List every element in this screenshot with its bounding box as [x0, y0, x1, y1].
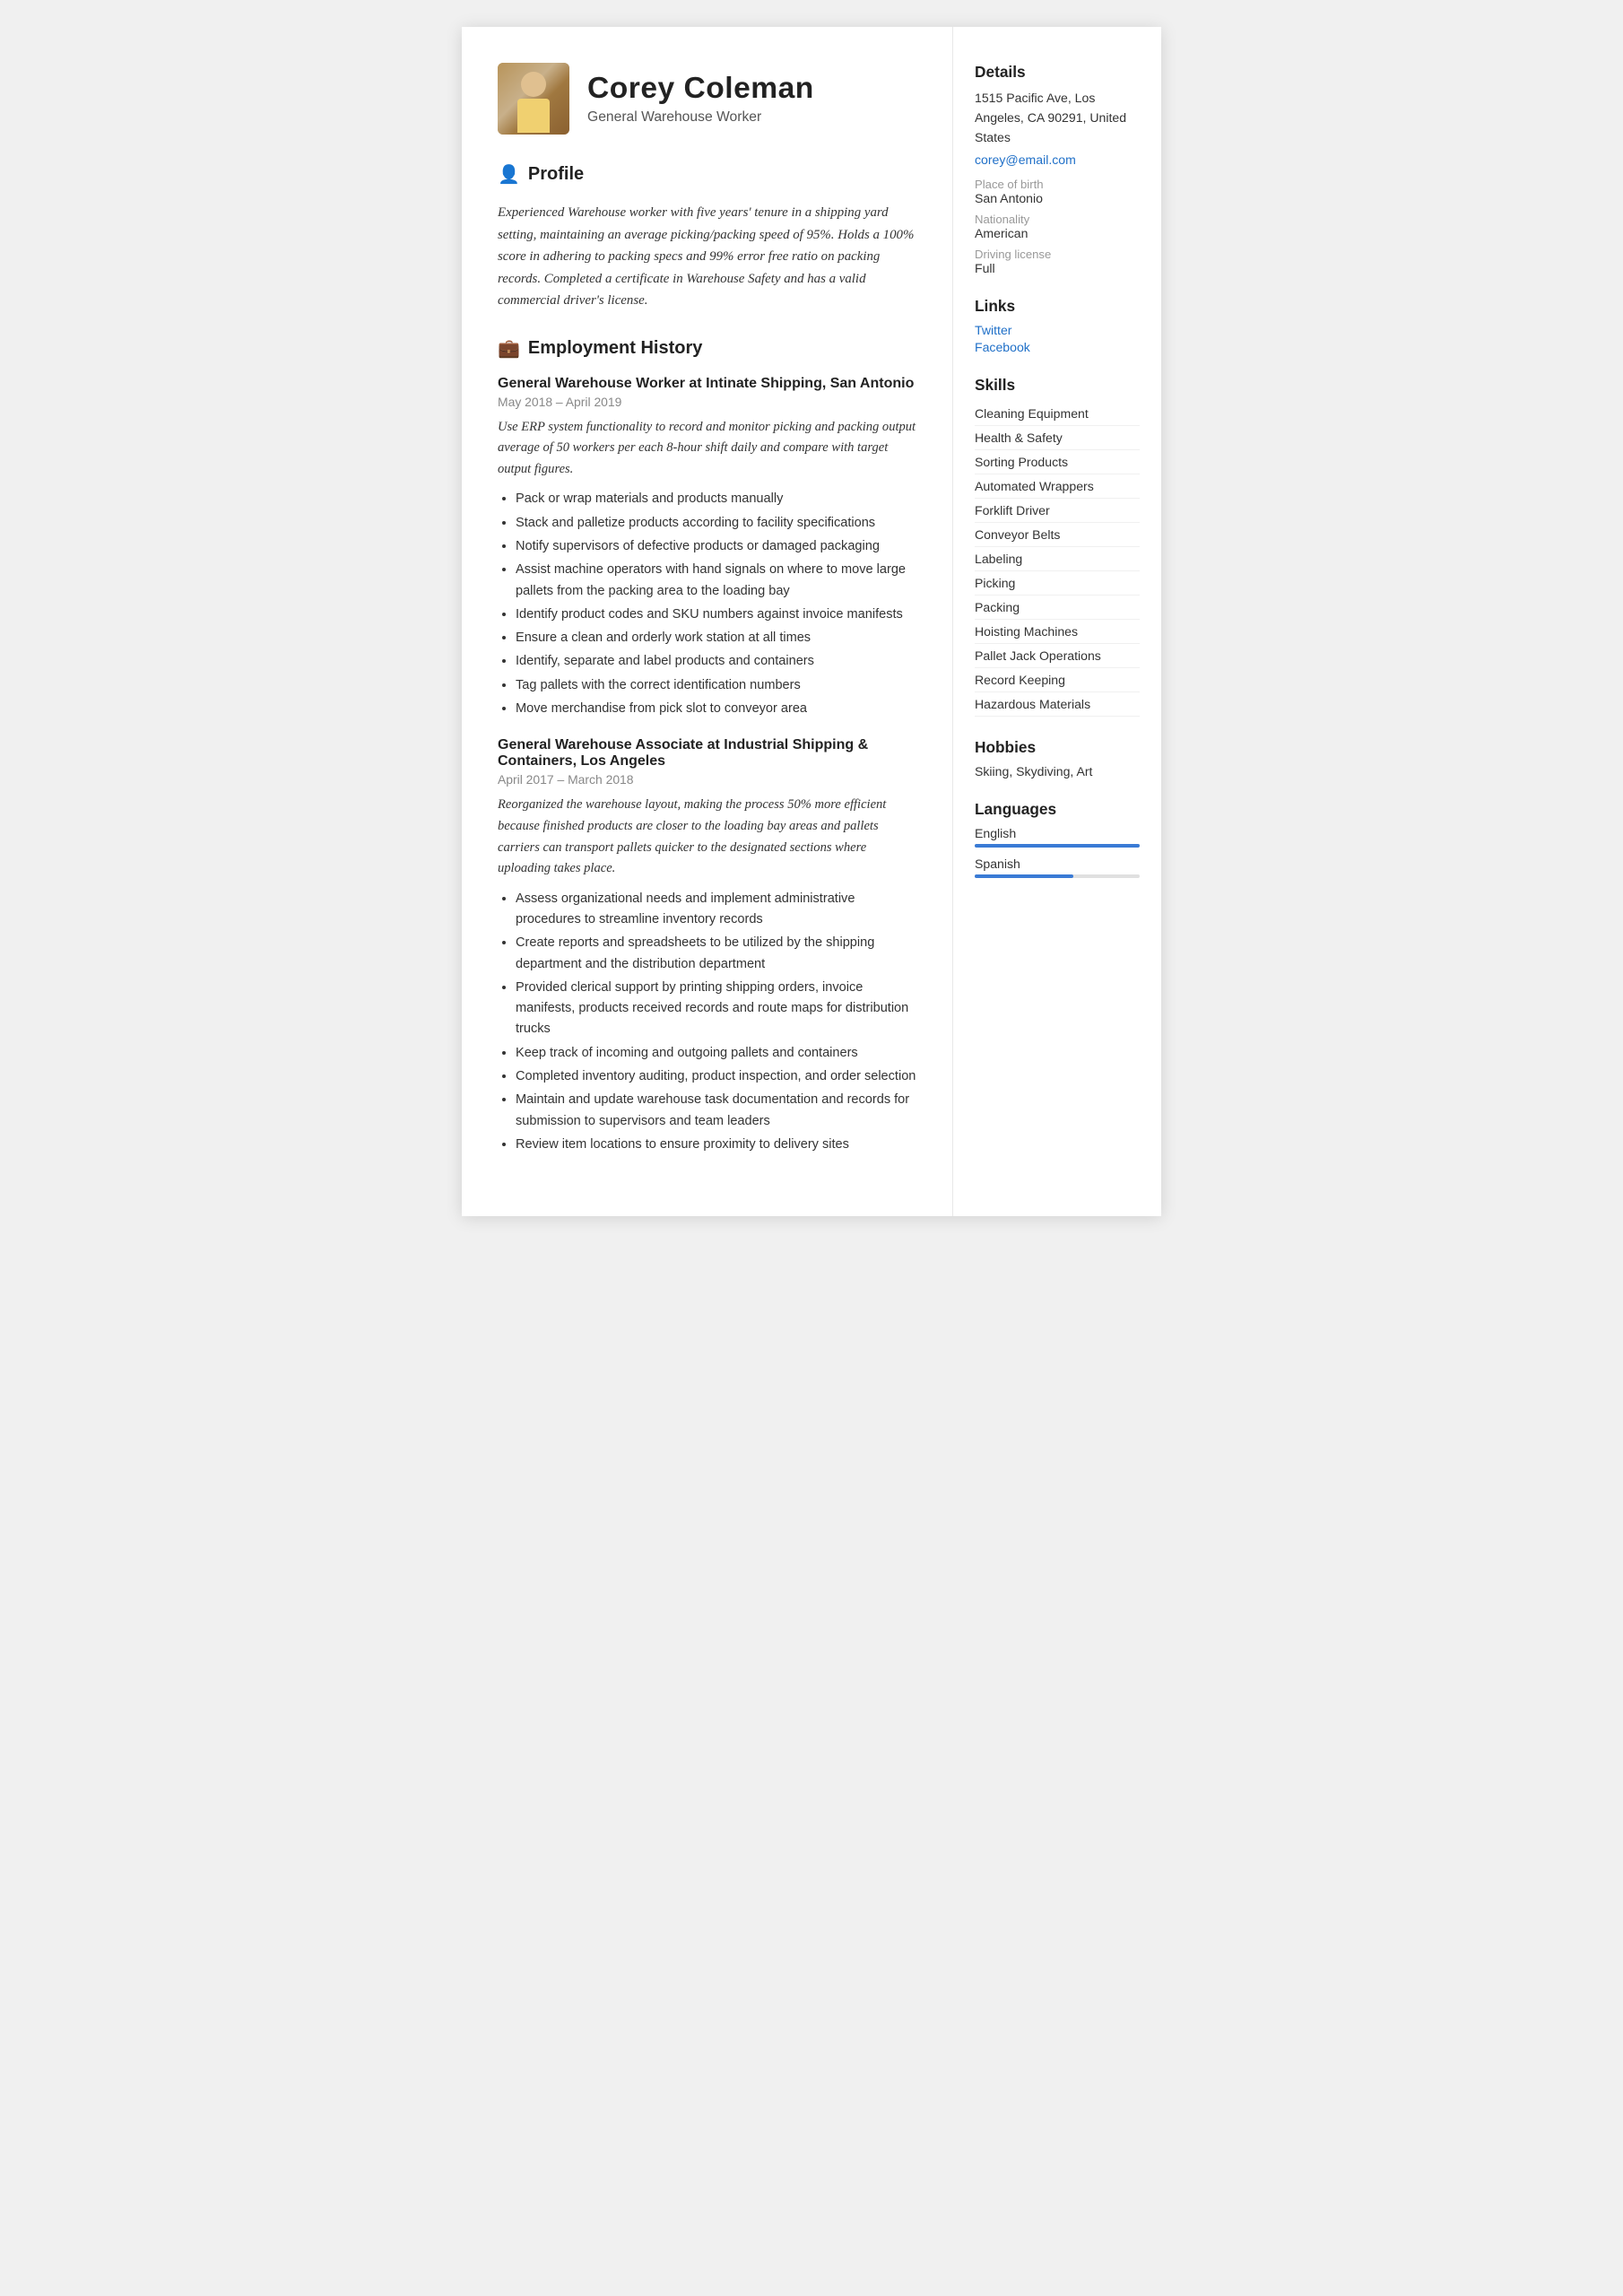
skill-item: Hazardous Materials [975, 692, 1140, 717]
list-item: Completed inventory auditing, product in… [516, 1066, 920, 1087]
skill-item: Conveyor Belts [975, 523, 1140, 547]
list-item: Stack and palletize products according t… [516, 513, 920, 534]
links-section: Links Twitter Facebook [975, 297, 1140, 354]
sidebar-column: Details 1515 Pacific Ave, Los Angeles, C… [953, 27, 1161, 1216]
driving-license-label: Driving license [975, 248, 1140, 261]
profile-text: Experienced Warehouse worker with five y… [498, 202, 920, 312]
job-title-1: General Warehouse Worker at Intinate Shi… [498, 376, 920, 392]
language-name: Spanish [975, 857, 1140, 871]
candidate-name: Corey Coleman [587, 72, 814, 106]
link-facebook[interactable]: Facebook [975, 340, 1140, 354]
nationality-value: American [975, 226, 1140, 240]
skill-item: Cleaning Equipment [975, 402, 1140, 426]
job-entry-1: General Warehouse Worker at Intinate Shi… [498, 376, 920, 720]
list-item: Identify product codes and SKU numbers a… [516, 604, 920, 625]
skill-item: Forklift Driver [975, 499, 1140, 523]
language-item: English [975, 826, 1140, 848]
skill-item: Hoisting Machines [975, 620, 1140, 644]
language-item: Spanish [975, 857, 1140, 878]
skill-item: Sorting Products [975, 450, 1140, 474]
list-item: Notify supervisors of defective products… [516, 536, 920, 557]
skill-item: Pallet Jack Operations [975, 644, 1140, 668]
nationality-label: Nationality [975, 213, 1140, 226]
languages-section: Languages English Spanish [975, 800, 1140, 878]
profile-section-title: 👤 Profile [498, 163, 920, 191]
hobbies-title: Hobbies [975, 738, 1140, 757]
links-title: Links [975, 297, 1140, 316]
link-twitter[interactable]: Twitter [975, 323, 1140, 337]
list-item: Ensure a clean and orderly work station … [516, 628, 920, 648]
job-title-2: General Warehouse Associate at Industria… [498, 737, 920, 770]
place-of-birth-label: Place of birth [975, 178, 1140, 191]
employment-section-title: 💼 Employment History [498, 337, 920, 365]
skill-item: Picking [975, 571, 1140, 596]
language-bar-fill [975, 844, 1140, 848]
list-item: Pack or wrap materials and products manu… [516, 489, 920, 509]
hobbies-section: Hobbies Skiing, Skydiving, Art [975, 738, 1140, 778]
list-item: Move merchandise from pick slot to conve… [516, 699, 920, 719]
skills-list: Cleaning EquipmentHealth & SafetySorting… [975, 402, 1140, 717]
list-item: Create reports and spreadsheets to be ut… [516, 933, 920, 975]
details-section: Details 1515 Pacific Ave, Los Angeles, C… [975, 63, 1140, 275]
list-item: Review item locations to ensure proximit… [516, 1135, 920, 1155]
list-item: Tag pallets with the correct identificat… [516, 675, 920, 696]
place-of-birth-value: San Antonio [975, 191, 1140, 205]
languages-title: Languages [975, 800, 1140, 819]
main-column: Corey Coleman General Warehouse Worker 👤… [462, 27, 953, 1216]
job-entry-2: General Warehouse Associate at Industria… [498, 737, 920, 1155]
skill-item: Packing [975, 596, 1140, 620]
job-desc-1: Use ERP system functionality to record a… [498, 417, 920, 481]
header-text: Corey Coleman General Warehouse Worker [587, 72, 814, 126]
skills-title: Skills [975, 376, 1140, 395]
employment-section: 💼 Employment History General Warehouse W… [498, 337, 920, 1156]
language-name: English [975, 826, 1140, 840]
resume-container: Corey Coleman General Warehouse Worker 👤… [462, 27, 1161, 1216]
skills-section: Skills Cleaning EquipmentHealth & Safety… [975, 376, 1140, 717]
profile-icon: 👤 [498, 163, 520, 186]
language-bar-fill [975, 874, 1073, 878]
job-bullets-2: Assess organizational needs and implemen… [498, 889, 920, 1156]
hobbies-text: Skiing, Skydiving, Art [975, 764, 1140, 778]
list-item: Keep track of incoming and outgoing pall… [516, 1043, 920, 1064]
details-title: Details [975, 63, 1140, 82]
profile-section: 👤 Profile Experienced Warehouse worker w… [498, 163, 920, 312]
employment-icon: 💼 [498, 337, 520, 360]
skill-item: Labeling [975, 547, 1140, 571]
driving-license-value: Full [975, 261, 1140, 275]
detail-address: 1515 Pacific Ave, Los Angeles, CA 90291,… [975, 89, 1140, 147]
avatar [498, 63, 569, 135]
list-item: Provided clerical support by printing sh… [516, 978, 920, 1040]
job-desc-2: Reorganized the warehouse layout, making… [498, 795, 920, 879]
job-dates-1: May 2018 – April 2019 [498, 395, 920, 409]
skill-item: Record Keeping [975, 668, 1140, 692]
detail-email: corey@email.com [975, 152, 1140, 167]
list-item: Maintain and update warehouse task docum… [516, 1090, 920, 1132]
list-item: Assist machine operators with hand signa… [516, 560, 920, 602]
language-bar-bg [975, 844, 1140, 848]
languages-list: English Spanish [975, 826, 1140, 878]
job-dates-2: April 2017 – March 2018 [498, 772, 920, 787]
job-bullets-1: Pack or wrap materials and products manu… [498, 489, 920, 719]
header-section: Corey Coleman General Warehouse Worker [498, 63, 920, 135]
skill-item: Automated Wrappers [975, 474, 1140, 499]
list-item: Identify, separate and label products an… [516, 651, 920, 672]
candidate-subtitle: General Warehouse Worker [587, 109, 814, 126]
skill-item: Health & Safety [975, 426, 1140, 450]
list-item: Assess organizational needs and implemen… [516, 889, 920, 931]
language-bar-bg [975, 874, 1140, 878]
